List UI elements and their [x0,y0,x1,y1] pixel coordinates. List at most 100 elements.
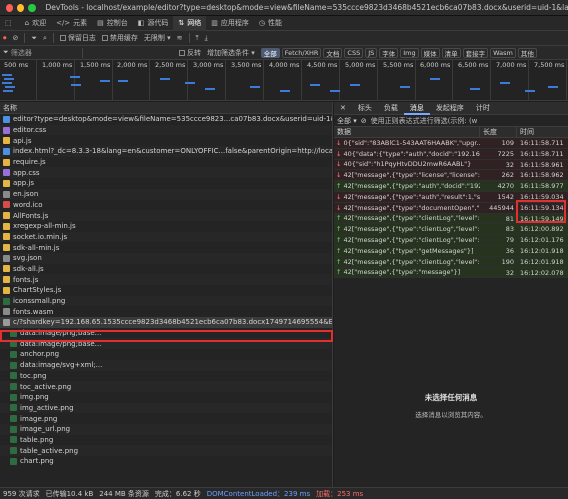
request-row[interactable]: app.css [0,167,332,179]
timeline-gridline [263,60,264,101]
filter-type-css[interactable]: CSS [344,47,364,58]
request-row[interactable]: c/?shardkey=192.168.65.1535ccce9823d3468… [0,317,332,328]
request-row[interactable]: fonts.wasm [0,306,332,317]
message-data-text: 42["message",{"type":"clientLog","level"… [343,257,480,266]
highlight-socket-request [0,330,333,342]
request-row[interactable]: table_active.png [0,445,332,456]
request-row[interactable]: sdk-all.js [0,264,332,275]
request-row[interactable]: svg.json [0,252,332,264]
disable-cache-checkbox[interactable]: 禁用缓存 [101,33,138,43]
message-row[interactable]: ↑ 42["message",{"type":"clientLog","level… [334,235,568,246]
preserve-log-checkbox[interactable]: 保留日志 [59,33,96,43]
tab-console[interactable]: ▤ 控制台 [92,16,133,31]
tab-label: 源代码 [147,19,169,27]
tab-performance[interactable]: ◷ 性能 [254,16,287,31]
request-row[interactable]: en.json [0,188,332,200]
file-type-icon [3,190,10,198]
filter-type-js[interactable]: JS [365,47,378,58]
clear-icon[interactable]: ⊘ [13,34,19,42]
request-row[interactable]: fonts.js [0,274,332,285]
clear-messages-icon[interactable]: ⊘ [361,117,367,125]
request-row[interactable]: sdk-all-min.js [0,242,332,253]
minimize-window-button[interactable] [17,3,25,12]
tab-messages[interactable]: 消息 [403,102,430,115]
close-window-button[interactable] [6,3,14,12]
request-row[interactable]: socket.io.min.js [0,231,332,243]
name-column-header[interactable]: 名称 [0,102,332,114]
tab-elements[interactable]: </> 元素 [51,16,92,31]
request-row[interactable]: editor.css [0,124,332,136]
filter-input[interactable]: ⏷ 筛选器 [3,47,83,58]
wifi-icon[interactable]: ≋ [177,34,183,42]
request-row[interactable]: require.js [0,157,332,168]
filter-type-font[interactable]: 字体 [379,47,399,58]
tab-network[interactable]: ⇅ 网络 [173,15,207,31]
filter-type-all[interactable]: 全部 [260,47,280,58]
tab-application[interactable]: ▥ 应用程序 [206,16,254,31]
filter-type-wasm[interactable]: Wasm [490,47,516,58]
invert-checkbox[interactable]: 反转 [179,48,201,58]
time-column-header[interactable]: 时间 [517,127,568,137]
request-row[interactable]: data:image/svg+xml;... [0,359,332,371]
message-row[interactable]: ↓ 40{"data":{"type":"auth","docid":"192.1… [334,148,568,160]
export-icon[interactable]: ⤓ [205,34,208,43]
close-detail-icon[interactable]: ✕ [334,102,352,115]
message-row[interactable]: ↑ 42["message",{"type":"message"}] 32 16:12… [334,267,568,279]
filter-type-socket[interactable]: 套接字 [462,47,489,58]
message-row[interactable]: ↑ 42["message",{"type":"getMessages"}] 36 1… [334,245,568,257]
message-row[interactable]: ↓ 0{"sid":"83ABlC1-543AAT6HAABK","upgr...… [334,138,568,149]
regex-filter-input[interactable]: 使用正则表达式进行筛选(示例: (w [371,116,478,126]
search-icon[interactable]: ⌕ [43,34,47,43]
request-row[interactable]: image.png [0,413,332,424]
maximize-window-button[interactable] [28,3,36,12]
request-row[interactable]: table.png [0,435,332,446]
tab-initiator[interactable]: 发起程序 [430,102,470,115]
message-time: 16:11:58.961 [520,160,564,169]
filter-type-media[interactable]: 媒体 [420,47,440,58]
message-row[interactable]: ↓ 40{"sid":"h1PqyHtvDDU2mwR6AABL"} 32 16:11… [334,159,568,171]
message-row[interactable]: ↓ 42["message",{"type":"license","license… [334,170,568,182]
tab-device-toggle[interactable]: ⬚ [0,16,20,31]
filter-icon[interactable]: ⏷ [31,34,37,43]
request-row[interactable]: chart.png [0,456,332,467]
tab-sources[interactable]: ◧ 源代码 [133,16,174,31]
import-icon[interactable]: ⤒ [196,34,199,43]
request-row[interactable]: anchor.png [0,349,332,360]
request-row[interactable]: image_url.png [0,423,332,435]
message-type-select[interactable]: 全部 ▾ [337,116,357,126]
tab-timing[interactable]: 计时 [470,102,496,115]
request-row[interactable]: editor?type=desktop&mode=view&fileName=5… [0,114,332,125]
tab-payload[interactable]: 负载 [378,102,404,115]
request-row[interactable]: toc.png [0,371,332,382]
more-filters-dropdown[interactable]: 增加筛选条件 ▾ [207,48,255,58]
tab-welcome[interactable]: ⌂ 欢迎 [20,16,51,31]
devtools-tab-bar: ⬚ ⌂ 欢迎 </> 元素 ▤ 控制台 ◧ 源代码 ⇅ 网络 ▥ 应用程序 ◷ 性能 [0,15,568,31]
tab-headers[interactable]: 标头 [352,102,378,115]
request-row[interactable]: img.png [0,392,332,403]
length-column-header[interactable]: 长度 [480,127,517,137]
request-row[interactable]: iconssmall.png [0,295,332,307]
request-row[interactable]: index.html?_dc=8.3.3-18&lang=en&customer… [0,146,332,157]
throttle-select[interactable]: 无限制 ▾ [144,33,171,43]
request-row[interactable]: toc_active.png [0,381,332,392]
request-row[interactable]: xregexp-all-min.js [0,221,332,232]
timeline-tick-label: 4,500 ms [307,61,338,69]
record-icon[interactable]: ⏺ [3,34,7,43]
request-row[interactable]: AllFonts.js [0,210,332,221]
filter-type-doc[interactable]: 文档 [323,47,343,58]
request-row[interactable]: ChartStyles.js [0,285,332,296]
request-row[interactable]: api.js [0,135,332,146]
request-row[interactable]: word.ico [0,200,332,211]
filter-type-manifest[interactable]: 清单 [441,47,461,58]
request-row[interactable]: img_active.png [0,402,332,414]
message-row[interactable]: ↑ 42["message",{"type":"clientLog","level… [334,256,568,268]
window-title: DevTools - localhost/example/editor?type… [45,3,568,12]
data-column-header[interactable]: 数据 [334,127,480,137]
filter-type-other[interactable]: 其他 [517,47,537,58]
request-row[interactable]: app.js [0,178,332,189]
message-row[interactable]: ↑ 42["message",{"type":"auth","docid":"19… [334,181,568,192]
message-row[interactable]: ↑ 42["message",{"type":"clientLog","level… [334,224,568,236]
filter-type-fetch[interactable]: Fetch/XHR [281,47,322,58]
filter-type-img[interactable]: Img [400,47,419,58]
network-timeline-overview[interactable]: 500 ms 1,000 ms 1,500 ms 2,000 ms 2,500 ms 3,… [0,60,568,101]
